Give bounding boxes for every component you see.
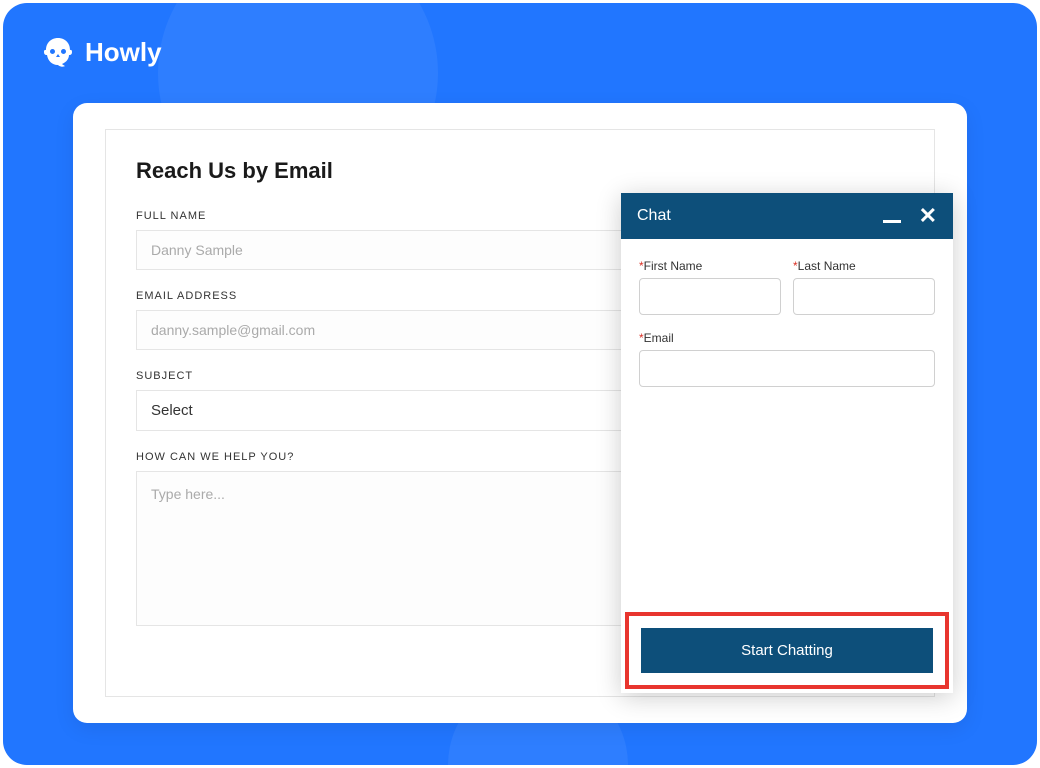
brand-logo: Howly [41, 35, 162, 69]
form-title: Reach Us by Email [136, 158, 904, 184]
main-panel: Howly Reach Us by Email FULL NAME EMAIL … [3, 3, 1037, 765]
chat-header: Chat ✕ [621, 193, 953, 239]
close-icon[interactable]: ✕ [919, 205, 937, 227]
chat-widget: Chat ✕ *First Name *Last Name *Email [621, 193, 953, 693]
minimize-icon[interactable] [883, 220, 901, 223]
chat-email-label: *Email [639, 331, 935, 345]
chat-firstname-label: *First Name [639, 259, 781, 273]
brand-name: Howly [85, 37, 162, 68]
chat-email-input[interactable] [639, 350, 935, 387]
chat-firstname-input[interactable] [639, 278, 781, 315]
chat-lastname-input[interactable] [793, 278, 935, 315]
chat-title: Chat [637, 207, 671, 225]
chat-lastname-label: *Last Name [793, 259, 935, 273]
owl-icon [41, 35, 75, 69]
chat-body: *First Name *Last Name *Email [621, 239, 953, 608]
chat-footer-highlight: Start Chatting [625, 612, 949, 689]
start-chatting-button[interactable]: Start Chatting [641, 628, 933, 673]
